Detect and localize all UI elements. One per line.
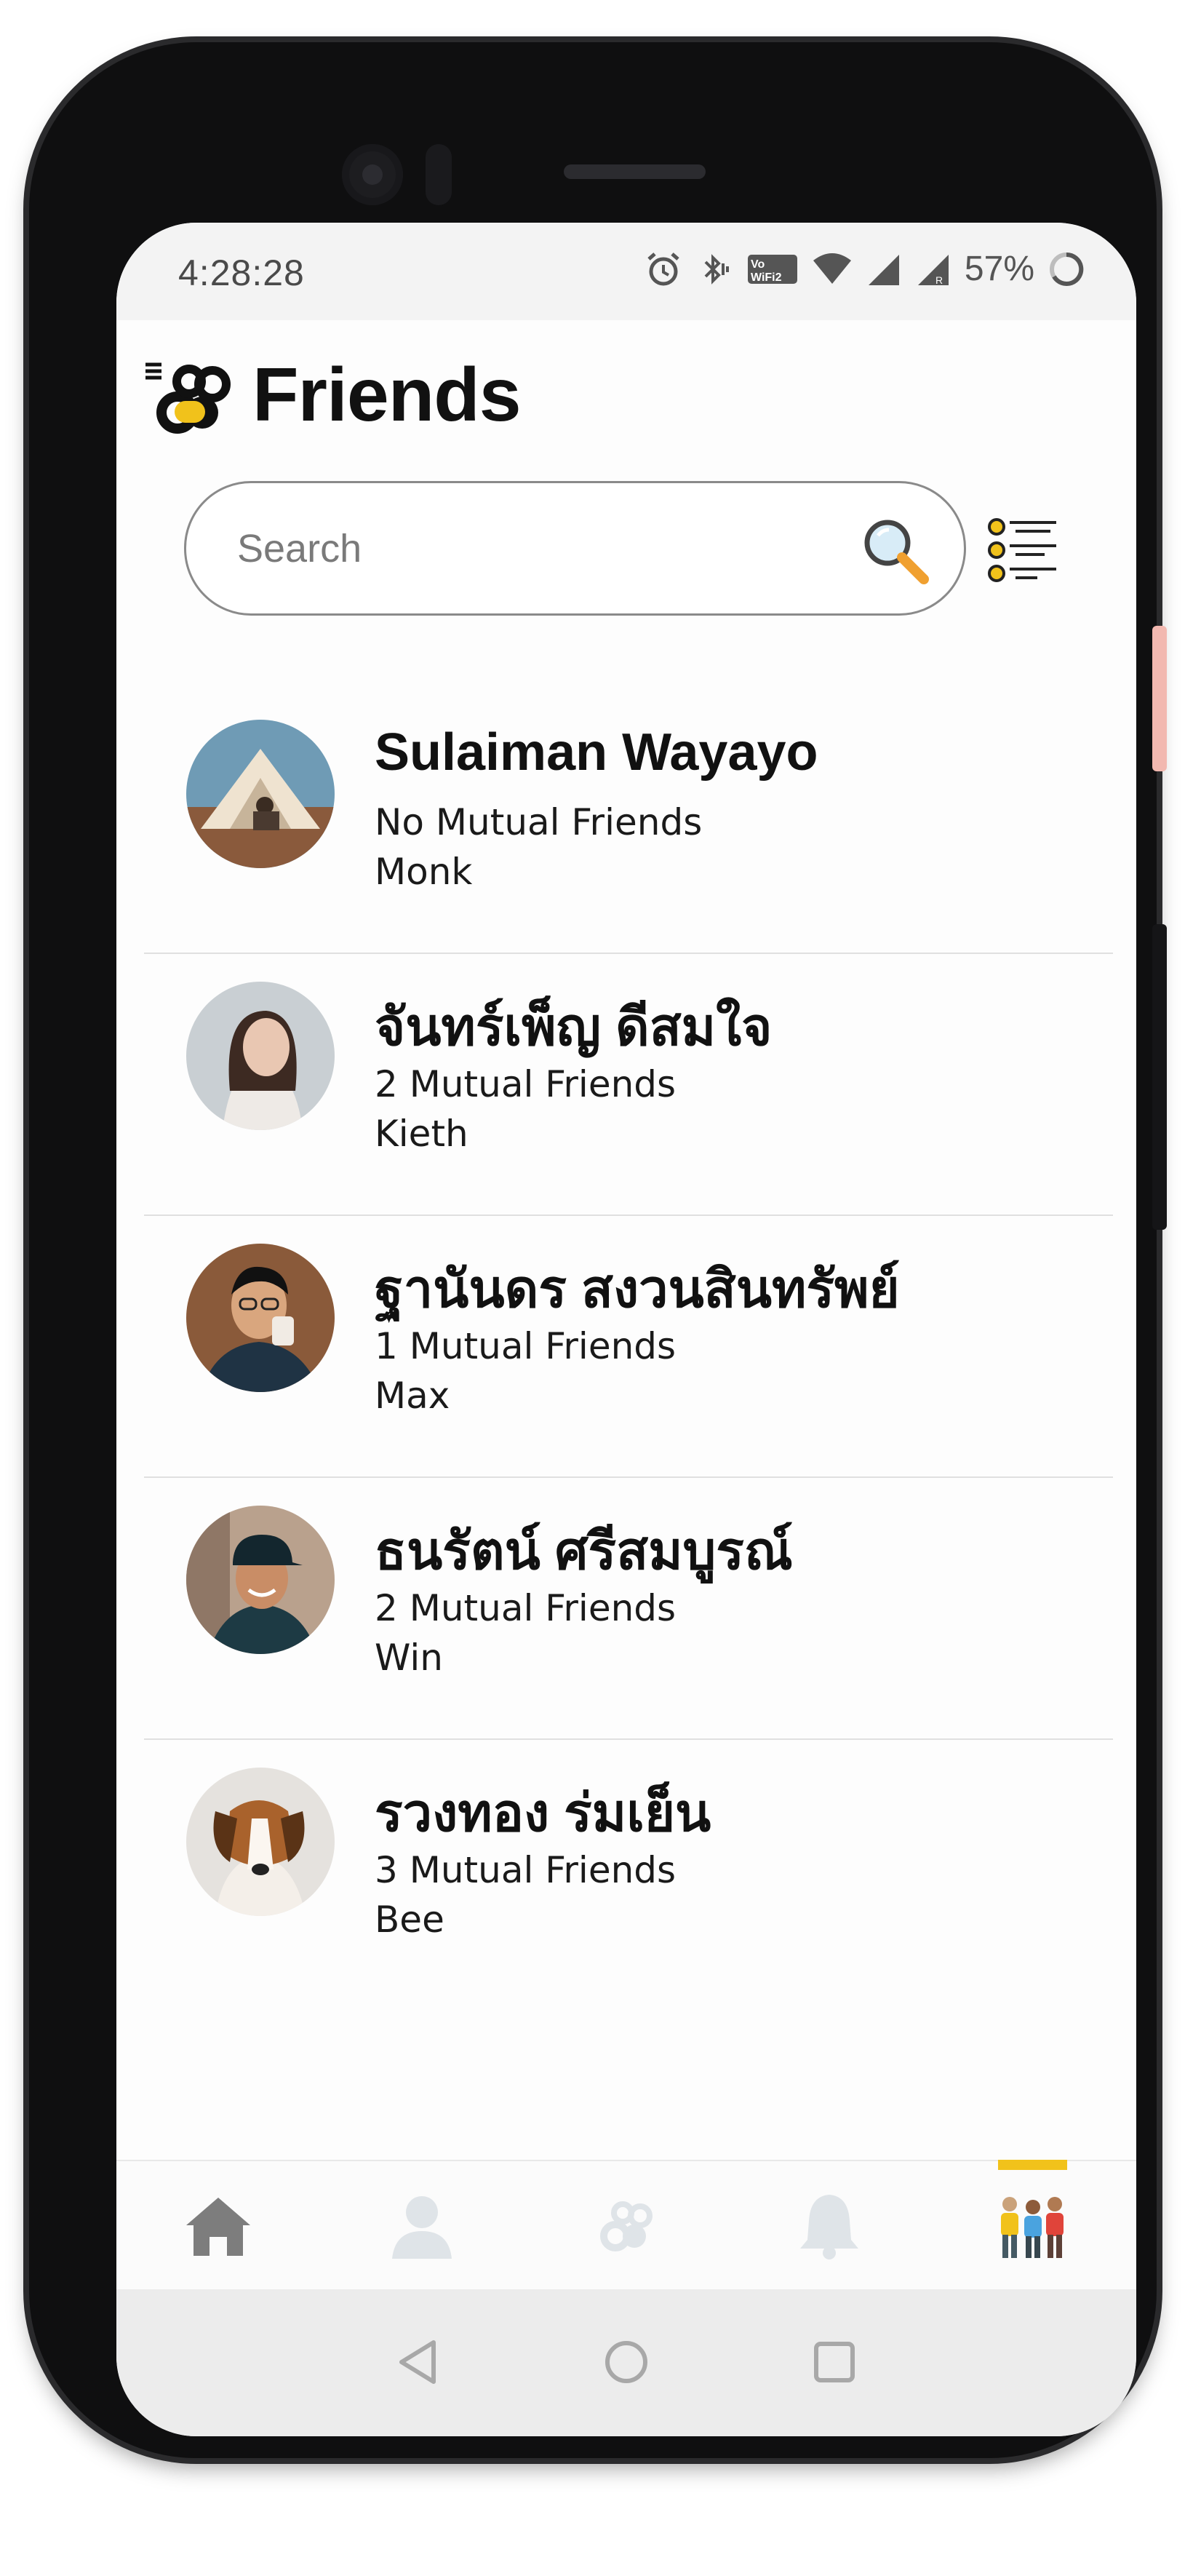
friends-list: Sulaiman Wayayo No Mutual Friends Monk จ…: [144, 692, 1113, 2002]
earpiece-speaker: [564, 164, 706, 179]
friend-name: รวงทอง ร่มเย็น: [375, 1784, 711, 1842]
friends-icon: [1001, 2197, 1064, 2258]
friend-nickname: Max: [375, 1375, 450, 1417]
friend-nickname: Monk: [375, 851, 473, 893]
nav-friends[interactable]: [931, 2161, 1135, 2291]
mutual-friends: 2 Mutual Friends: [375, 1063, 677, 1105]
friend-name: Sulaiman Wayayo: [375, 723, 818, 782]
svg-text:Vo: Vo: [751, 258, 765, 271]
friend-row[interactable]: รวงทอง ร่มเย็น 3 Mutual Friends Bee: [144, 1740, 1113, 2002]
bottom-nav: [116, 2160, 1136, 2289]
device-screen: 4:28:28 Vo WiFi2 R 57% Friends Search Su…: [116, 223, 1136, 2436]
system-navigation-bar: [116, 2289, 1136, 2436]
friend-nickname: Win: [375, 1637, 443, 1679]
friend-nickname: Kieth: [375, 1113, 468, 1155]
avatar[interactable]: [186, 982, 335, 1130]
wifi-icon: [813, 253, 851, 284]
signal-roaming-icon: R: [917, 254, 949, 286]
alarm-icon: [647, 252, 679, 285]
friend-row[interactable]: ฐานันดร สงวนสินทรัพย์ 1 Mutual Friends M…: [144, 1216, 1113, 1478]
status-bar: 4:28:28 Vo WiFi2 R 57%: [116, 223, 1136, 320]
search-input[interactable]: [237, 525, 841, 571]
app-menu-logo-icon[interactable]: [145, 350, 236, 441]
signal-icon: [868, 254, 899, 285]
nav-home[interactable]: [116, 2161, 320, 2291]
friend-name: ธนรัตน์ ศรีสมบูรณ์: [375, 1522, 793, 1581]
avatar[interactable]: [186, 1244, 335, 1392]
friend-name: ฐานันดร สงวนสินทรัพย์: [375, 1260, 900, 1319]
svg-text:WiFi2: WiFi2: [751, 271, 782, 284]
page-header: Friends: [145, 350, 522, 441]
friend-row[interactable]: จันทร์เพ็ญ ดีสมใจ 2 Mutual Friends Kieth: [144, 954, 1113, 1216]
mutual-friends: No Mutual Friends: [375, 801, 703, 843]
page-title: Friends: [252, 353, 522, 437]
battery-percent: 57%: [964, 250, 1034, 288]
svg-text:R: R: [935, 274, 943, 286]
bluetooth-vibrate-icon: [704, 253, 729, 285]
search-icon[interactable]: [858, 514, 931, 587]
nav-notifications[interactable]: [727, 2161, 931, 2291]
notifications-icon: [800, 2195, 858, 2259]
front-camera: [342, 144, 403, 205]
proximity-sensor: [426, 144, 452, 205]
mutual-friends: 1 Mutual Friends: [375, 1325, 677, 1367]
app-logo-icon: [600, 2201, 653, 2251]
avatar[interactable]: [186, 720, 335, 868]
mutual-friends: 2 Mutual Friends: [375, 1587, 677, 1629]
filter-list-icon[interactable]: [986, 514, 1059, 587]
battery-ring-icon: [1050, 252, 1084, 286]
search-bar: [184, 481, 966, 616]
home-circle-icon[interactable]: [601, 2337, 652, 2388]
phone-frame: 4:28:28 Vo WiFi2 R 57% Friends Search Su…: [29, 42, 1157, 2458]
friend-name: จันทร์เพ็ญ ดีสมใจ: [375, 998, 773, 1057]
avatar[interactable]: [186, 1768, 335, 1916]
avatar[interactable]: [186, 1506, 335, 1654]
side-button-accent: [1152, 626, 1167, 771]
nav-profile[interactable]: [320, 2161, 524, 2291]
mutual-friends: 3 Mutual Friends: [375, 1849, 677, 1891]
back-icon[interactable]: [393, 2337, 444, 2388]
profile-icon: [392, 2196, 452, 2259]
status-icons: Vo WiFi2 R 57%: [645, 249, 1085, 289]
volume-button: [1152, 924, 1167, 1230]
nav-app[interactable]: [524, 2161, 727, 2291]
vowifi-icon: Vo WiFi2: [747, 254, 797, 284]
status-time: 4:28:28: [178, 253, 305, 293]
friend-row[interactable]: ธนรัตน์ ศรีสมบูรณ์ 2 Mutual Friends Win: [144, 1478, 1113, 1740]
friend-nickname: Bee: [375, 1899, 444, 1941]
home-icon: [186, 2198, 250, 2256]
recents-icon[interactable]: [809, 2337, 860, 2388]
friend-row[interactable]: Sulaiman Wayayo No Mutual Friends Monk: [144, 692, 1113, 954]
